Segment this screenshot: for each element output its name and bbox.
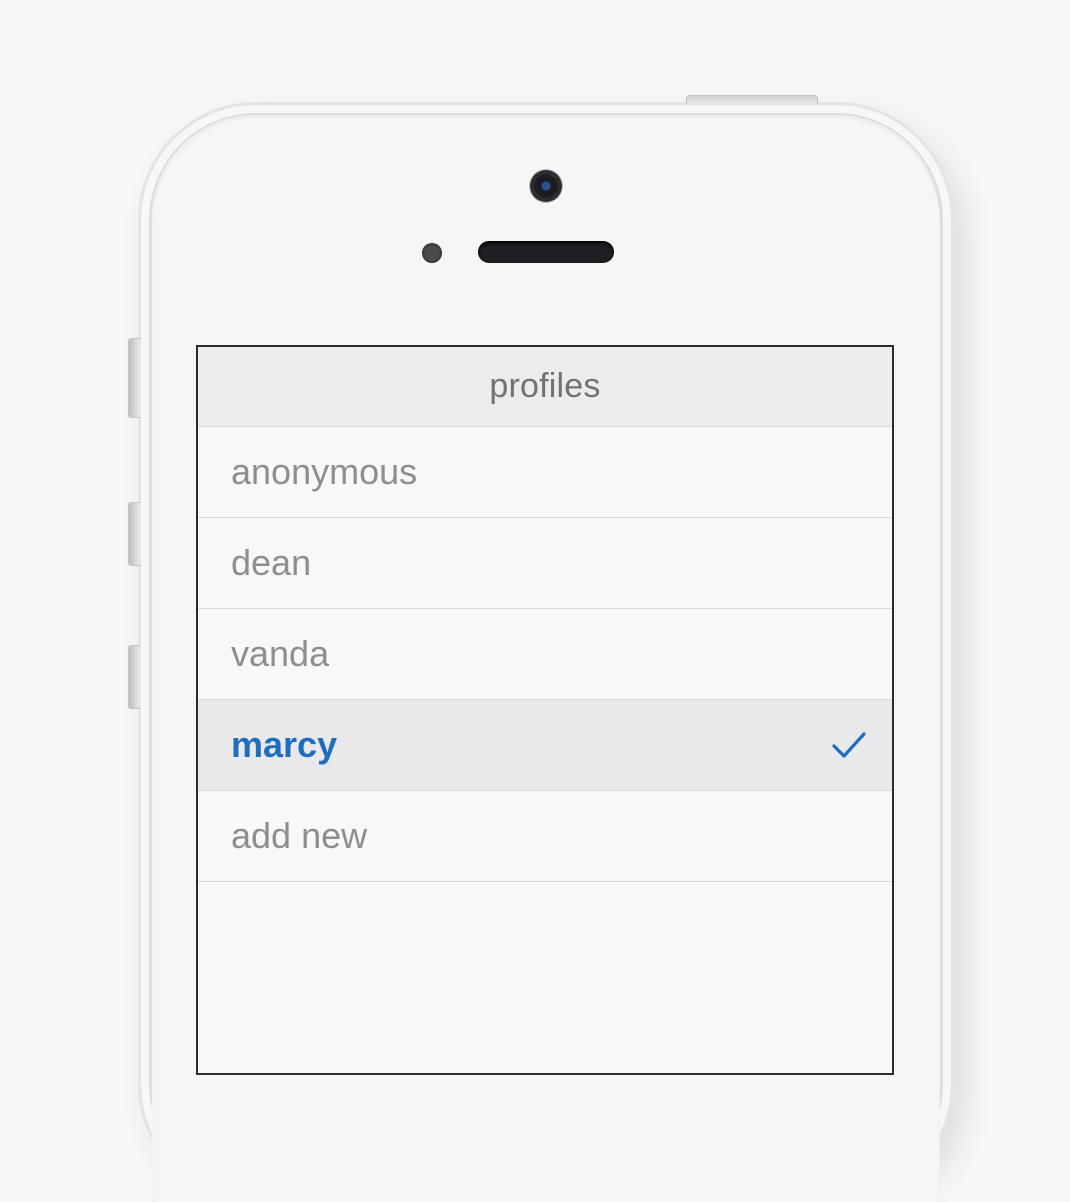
app-screen: profiles anonymous dean vanda marcy add … bbox=[196, 345, 894, 1075]
checkmark-icon bbox=[832, 732, 866, 758]
front-camera bbox=[530, 170, 562, 202]
profile-item-marcy[interactable]: marcy bbox=[198, 700, 892, 791]
profile-item-label: marcy bbox=[231, 724, 338, 765]
profile-item-vanda[interactable]: vanda bbox=[198, 609, 892, 700]
add-new-profile-button[interactable]: add new bbox=[198, 791, 892, 882]
profile-list: anonymous dean vanda marcy add new bbox=[198, 427, 892, 882]
volume-up-button bbox=[128, 502, 140, 566]
profile-item-dean[interactable]: dean bbox=[198, 518, 892, 609]
volume-down-button bbox=[128, 645, 140, 709]
profile-item-label: vanda bbox=[231, 633, 330, 674]
profile-item-anonymous[interactable]: anonymous bbox=[198, 427, 892, 518]
sleep-wake-button bbox=[686, 95, 818, 104]
profile-item-label: dean bbox=[231, 542, 312, 583]
profile-item-label: anonymous bbox=[231, 451, 418, 492]
navigation-bar: profiles bbox=[198, 347, 892, 427]
page-title: profiles bbox=[489, 367, 601, 405]
mute-switch bbox=[128, 338, 140, 418]
earpiece-speaker bbox=[478, 241, 614, 263]
proximity-sensor bbox=[422, 243, 442, 263]
add-new-label: add new bbox=[231, 815, 368, 856]
